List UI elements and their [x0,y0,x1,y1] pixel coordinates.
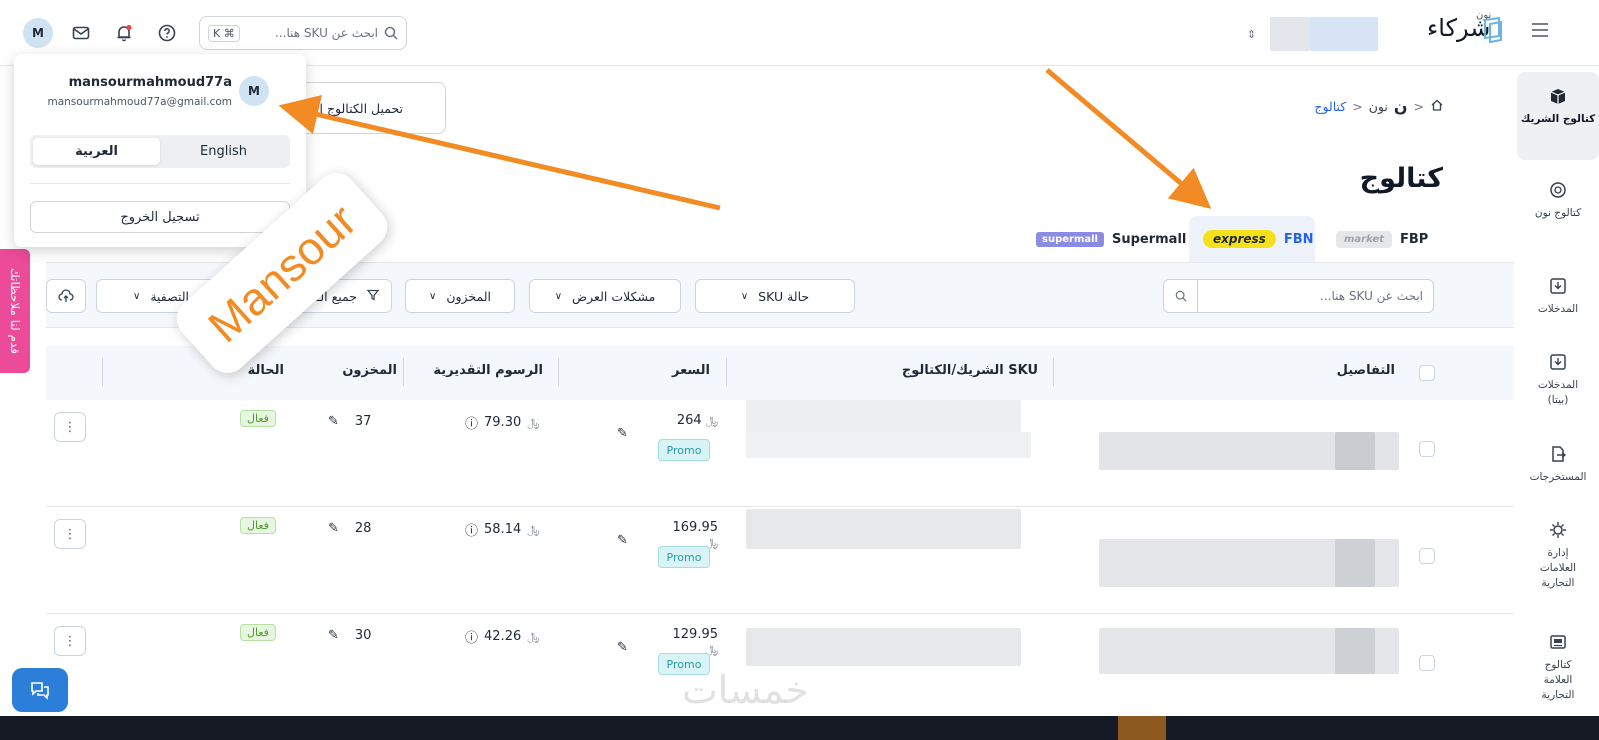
watermark: خمسات [682,668,809,712]
os-taskbar [0,716,1599,740]
taskbar-app[interactable] [1118,716,1166,740]
annotation-arrows [278,68,1212,211]
arrow-to-fbn-tab [1045,68,1212,209]
